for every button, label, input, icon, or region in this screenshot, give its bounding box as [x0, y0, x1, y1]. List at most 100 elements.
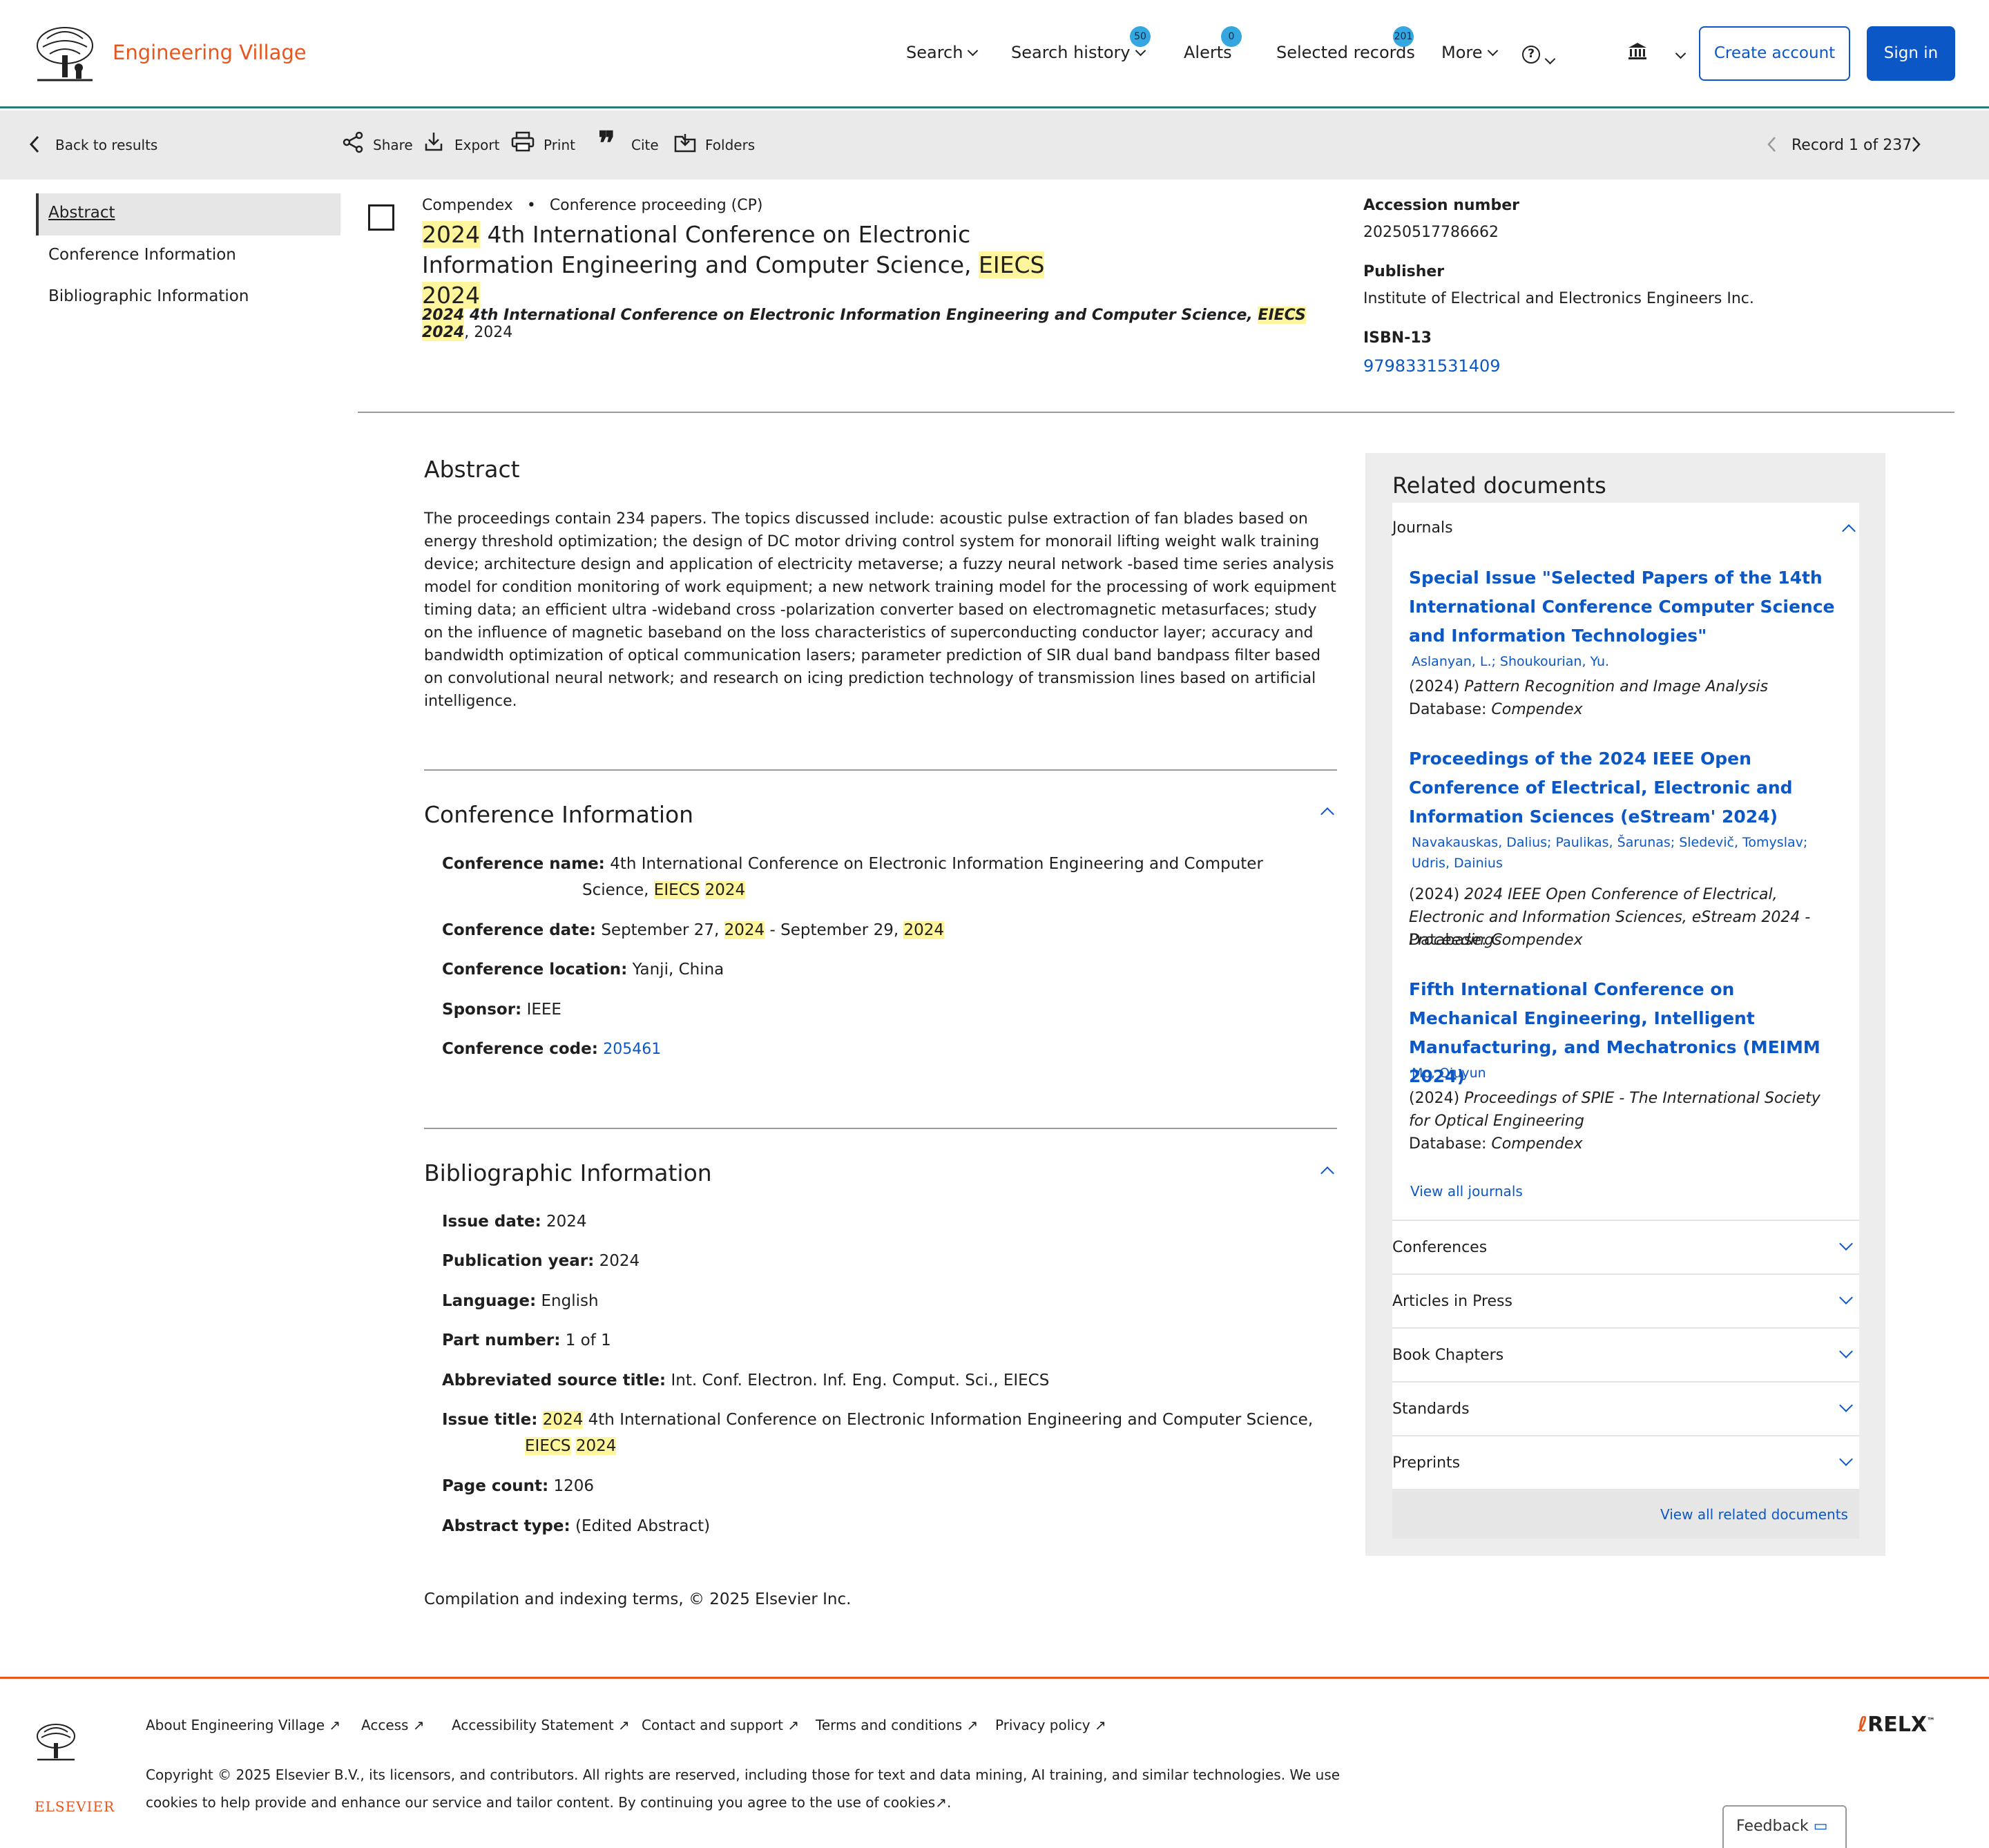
view-all-journals-link[interactable]: View all journals	[1410, 1183, 1523, 1200]
nav-search-history[interactable]: Search history	[1011, 43, 1146, 62]
relx-logo[interactable]: ℓRELX™	[1858, 1713, 1935, 1737]
nav-search[interactable]: Search	[906, 43, 979, 62]
footer-link-access[interactable]: Access ↗	[361, 1717, 425, 1733]
sign-in-button[interactable]: Sign in	[1867, 26, 1955, 81]
accordion-standards[interactable]: Standards	[1392, 1381, 1859, 1435]
footer-link-terms[interactable]: Terms and conditions ↗	[816, 1717, 978, 1733]
related-title-link[interactable]: Proceedings of the 2024 IEEE Open Confer…	[1409, 744, 1837, 831]
related-year: (2024)	[1409, 678, 1460, 695]
related-database: Database: Compendex	[1409, 1133, 1837, 1155]
footer-link-about[interactable]: About Engineering Village ↗	[146, 1717, 340, 1733]
nav-selected-records[interactable]: Selected records	[1276, 43, 1415, 62]
share-button[interactable]: Share	[373, 137, 413, 153]
issue-year-highlight: 2024	[542, 1411, 584, 1429]
sponsor-field: Sponsor: IEEE	[442, 997, 1319, 1023]
accession-label: Accession number	[1363, 197, 1519, 214]
elsevier-wordmark[interactable]: ELSEVIER	[35, 1798, 115, 1815]
folders-button[interactable]: Folders	[705, 137, 755, 153]
nav-more[interactable]: More	[1441, 43, 1498, 62]
back-to-results-link[interactable]: Back to results	[55, 137, 157, 153]
accordion-conferences[interactable]: Conferences	[1392, 1220, 1859, 1273]
export-button[interactable]: Export	[454, 137, 499, 153]
related-source: (2024) Proceedings of SPIE - The Interna…	[1409, 1087, 1837, 1133]
conference-date-field: Conference date: September 27, 2024 - Se…	[442, 917, 1319, 943]
quote-icon[interactable]: ❞	[598, 124, 615, 162]
chevron-up-icon[interactable]	[1320, 807, 1334, 821]
feedback-button[interactable]: Feedback ▭	[1722, 1805, 1847, 1848]
field-value: 2024	[546, 1213, 587, 1231]
conference-code-link[interactable]: 205461	[603, 1041, 661, 1058]
field-label: Issue title:	[442, 1411, 538, 1429]
elsevier-tree-logo[interactable]	[35, 1722, 77, 1761]
chevron-left-icon[interactable]	[1767, 136, 1776, 153]
isbn-link[interactable]: 9798331531409	[1363, 356, 1501, 376]
related-heading: Related documents	[1392, 472, 1606, 499]
database-label: Database:	[1409, 932, 1487, 949]
conference-code-field: Conference code: 205461	[442, 1036, 1319, 1063]
accordion-preprints[interactable]: Preprints	[1392, 1435, 1859, 1489]
issue-title-field: Issue title: 2024 4th International Conf…	[442, 1407, 1319, 1459]
sidenav-abstract[interactable]: Abstract	[48, 204, 115, 222]
field-value: (Edited Abstract)	[575, 1517, 711, 1535]
chevron-down-icon[interactable]	[1675, 48, 1687, 59]
footer-link-label: Privacy policy	[995, 1717, 1090, 1733]
external-link-icon: ↗	[1095, 1717, 1106, 1733]
part-number-field: Part number: 1 of 1	[442, 1327, 1319, 1354]
database-label: Database:	[1409, 701, 1487, 718]
conference-acronym-highlight: EIECS	[653, 881, 700, 899]
field-value: English	[541, 1292, 599, 1310]
chevron-right-icon[interactable]	[1912, 136, 1921, 153]
journals-accordion-label[interactable]: Journals	[1392, 519, 1453, 537]
print-button[interactable]: Print	[544, 137, 575, 153]
footer-link-contact[interactable]: Contact and support ↗	[642, 1717, 799, 1733]
related-authors[interactable]: Mo, Qiuyun	[1412, 1063, 1826, 1084]
accession-number: 20250517786662	[1363, 224, 1499, 241]
brand-name[interactable]: Engineering Village	[113, 41, 307, 64]
cite-button[interactable]: Cite	[631, 137, 659, 153]
related-authors[interactable]: Navakauskas, Dalius; Paulikas, Šarunas; …	[1412, 832, 1826, 874]
database-value: Compendex	[1491, 932, 1583, 949]
divider	[424, 769, 1337, 771]
export-icon[interactable]	[424, 131, 443, 152]
conference-heading: Conference Information	[424, 801, 694, 828]
chevron-down-icon	[1839, 1452, 1853, 1466]
accordion-articles-in-press[interactable]: Articles in Press	[1392, 1273, 1859, 1327]
folder-add-icon[interactable]	[674, 131, 698, 153]
language-field: Language: English	[442, 1288, 1319, 1314]
footer-link-accessibility[interactable]: Accessibility Statement ↗	[452, 1717, 630, 1733]
source-acronym-highlight: EIECS	[1258, 307, 1306, 324]
related-title-link[interactable]: Special Issue "Selected Papers of the 14…	[1409, 564, 1837, 651]
alerts-count-badge: 0	[1221, 26, 1242, 47]
field-label: Conference location:	[442, 961, 628, 979]
elsevier-tree-logo[interactable]	[33, 25, 97, 83]
field-label: Abbreviated source title:	[442, 1371, 666, 1389]
external-link-icon[interactable]: ↗	[935, 1794, 947, 1811]
related-authors[interactable]: Aslanyan, L.; Shoukourian, Yu.	[1412, 651, 1826, 672]
field-label: Part number:	[442, 1331, 561, 1349]
share-icon[interactable]	[343, 131, 363, 153]
copyright-body: Copyright © 2025 Elsevier B.V., its lice…	[146, 1767, 1341, 1811]
chat-bubble-icon: ▭	[1813, 1818, 1828, 1835]
help-icon[interactable]: ?	[1522, 46, 1540, 64]
institution-icon[interactable]	[1627, 41, 1648, 61]
abbreviated-source-title-field: Abbreviated source title: Int. Conf. Ele…	[442, 1367, 1319, 1394]
view-all-related-documents-link[interactable]: View all related documents	[1660, 1506, 1848, 1523]
field-label: Conference date:	[442, 921, 596, 939]
accordion-label: Preprints	[1392, 1454, 1461, 1472]
accordion-book-chapters[interactable]: Book Chapters	[1392, 1327, 1859, 1381]
footer-link-privacy[interactable]: Privacy policy ↗	[995, 1717, 1106, 1733]
selected-records-count-badge: 201	[1393, 26, 1414, 47]
copyright-text: Copyright © 2025 Elsevier B.V., its lice…	[146, 1767, 1341, 1811]
chevron-left-icon[interactable]	[29, 135, 40, 153]
sidenav-bibliographic-information[interactable]: Bibliographic Information	[48, 287, 249, 305]
sidenav-conference-information[interactable]: Conference Information	[48, 246, 236, 264]
nav-alerts[interactable]: Alerts	[1184, 43, 1232, 62]
create-account-button[interactable]: Create account	[1699, 26, 1850, 81]
chevron-down-icon	[1839, 1237, 1853, 1251]
chevron-down-icon[interactable]	[1544, 53, 1556, 65]
accordion-label: Standards	[1392, 1401, 1470, 1418]
print-icon[interactable]	[511, 131, 535, 152]
related-source: (2024) Pattern Recognition and Image Ana…	[1409, 675, 1837, 698]
select-record-checkbox[interactable]	[368, 204, 394, 231]
chevron-up-icon[interactable]	[1320, 1166, 1334, 1180]
